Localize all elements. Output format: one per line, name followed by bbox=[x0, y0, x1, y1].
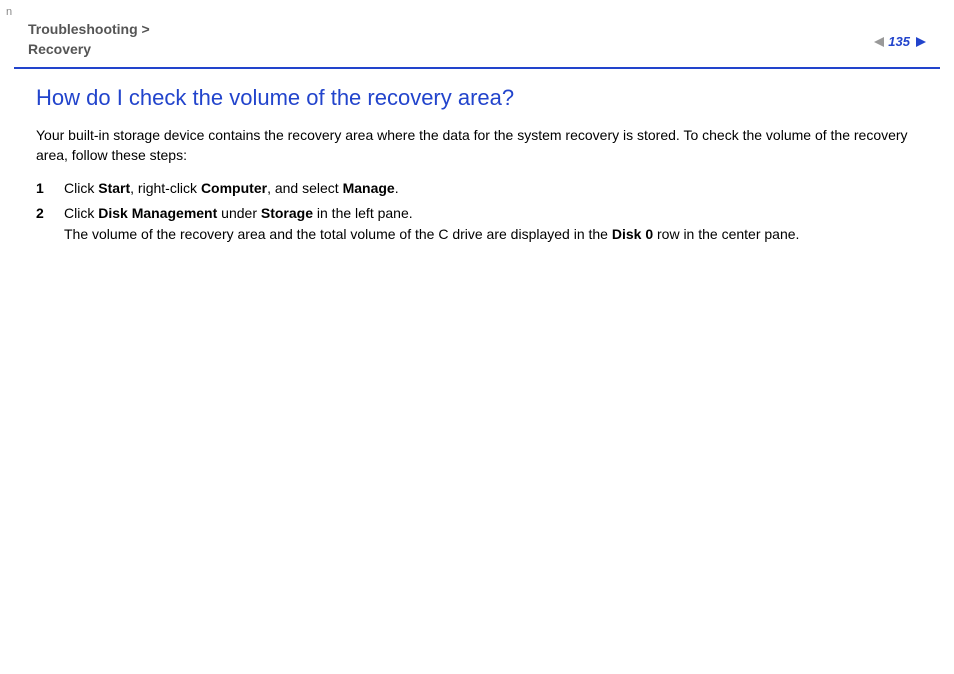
step-text: Click bbox=[64, 180, 98, 196]
breadcrumb-page: Recovery bbox=[28, 41, 91, 57]
corner-marker: n bbox=[6, 6, 12, 18]
list-item: Click Start, right-click Computer, and s… bbox=[36, 178, 918, 199]
next-page-arrow-icon[interactable] bbox=[916, 37, 926, 47]
step-text: , and select bbox=[267, 180, 343, 196]
ui-term: Disk 0 bbox=[612, 226, 653, 242]
page-navigation: 135 bbox=[874, 34, 926, 49]
page-header: Troubleshooting > Recovery 135 bbox=[0, 0, 954, 67]
page-number: 135 bbox=[888, 34, 910, 49]
ui-term: Computer bbox=[201, 180, 267, 196]
ui-term: Manage bbox=[343, 180, 395, 196]
intro-paragraph: Your built-in storage device contains th… bbox=[36, 125, 918, 166]
breadcrumb-separator: > bbox=[138, 21, 150, 37]
ui-term: Disk Management bbox=[98, 205, 217, 221]
ui-term: Storage bbox=[261, 205, 313, 221]
page-title: How do I check the volume of the recover… bbox=[36, 85, 918, 111]
main-content: How do I check the volume of the recover… bbox=[0, 69, 954, 245]
ui-term: Start bbox=[98, 180, 130, 196]
step-text: . bbox=[395, 180, 399, 196]
step-text: The volume of the recovery area and the … bbox=[64, 226, 612, 242]
step-text: Click bbox=[64, 205, 98, 221]
step-text: under bbox=[217, 205, 261, 221]
step-text: row in the center pane. bbox=[653, 226, 799, 242]
list-item: Click Disk Management under Storage in t… bbox=[36, 203, 918, 245]
breadcrumb: Troubleshooting > Recovery bbox=[28, 20, 150, 59]
steps-list: Click Start, right-click Computer, and s… bbox=[36, 178, 918, 245]
breadcrumb-section: Troubleshooting bbox=[28, 21, 138, 37]
step-text: in the left pane. bbox=[313, 205, 413, 221]
prev-page-arrow-icon[interactable] bbox=[874, 37, 884, 47]
step-text: , right-click bbox=[130, 180, 201, 196]
